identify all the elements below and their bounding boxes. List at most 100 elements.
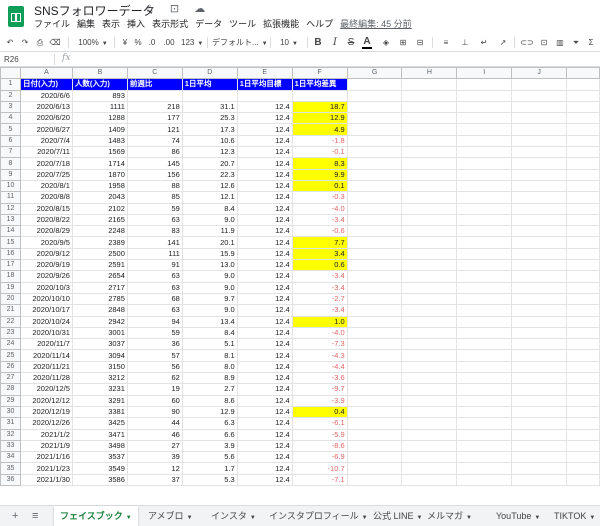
sheet-grid[interactable]: ABCDEFGHIJ 1 日付(入力) 人数(入力) 前週比 1日平均 1日平均目標 1日平… — [0, 67, 600, 505]
cell[interactable]: -3.4 — [291, 270, 348, 283]
cell[interactable] — [566, 417, 600, 430]
insert-link-icon[interactable]: ⊂⊃ — [520, 36, 534, 49]
cell[interactable] — [346, 213, 403, 227]
column-header[interactable] — [566, 67, 600, 80]
cell[interactable]: 3498 — [71, 439, 128, 453]
undo-icon[interactable]: ↶ — [4, 36, 16, 49]
cell[interactable] — [511, 338, 568, 351]
menu-item[interactable]: ファイル — [34, 19, 70, 29]
cell[interactable] — [511, 213, 568, 227]
cell[interactable]: -5.9 — [291, 428, 348, 441]
cell[interactable] — [346, 315, 403, 328]
row-header[interactable]: 5 — [0, 123, 21, 136]
cell[interactable] — [346, 259, 403, 272]
cell[interactable] — [456, 462, 513, 475]
cell[interactable] — [511, 236, 568, 249]
cell[interactable]: 2020/12/5 — [19, 383, 73, 396]
cell[interactable]: 90 — [126, 405, 183, 419]
cell[interactable] — [456, 372, 513, 385]
cell[interactable]: 3001 — [71, 326, 128, 340]
row-header[interactable]: 20 — [0, 292, 21, 306]
cell[interactable] — [566, 157, 600, 170]
cell[interactable]: 1870 — [71, 168, 128, 181]
cell[interactable]: 121 — [126, 123, 183, 136]
filter-icon[interactable]: ⏷ — [570, 36, 582, 49]
cell[interactable] — [346, 326, 403, 340]
cell[interactable] — [401, 372, 458, 385]
cell[interactable] — [401, 225, 458, 238]
row-header[interactable]: 4 — [0, 112, 21, 125]
column-header[interactable]: F — [291, 67, 348, 80]
cell[interactable]: 12.4 — [236, 236, 293, 249]
cell[interactable]: 2020/6/13 — [19, 100, 73, 114]
cell[interactable]: 2020/12/19 — [19, 405, 73, 419]
fill-color-icon[interactable]: ◈ — [380, 36, 392, 49]
cell[interactable]: 2591 — [71, 259, 128, 272]
horizontal-align-icon[interactable]: ≡ — [440, 36, 452, 49]
cell[interactable]: 56 — [126, 360, 183, 374]
cell[interactable] — [401, 168, 458, 181]
cell[interactable] — [401, 236, 458, 249]
cell[interactable]: 12.1 — [181, 191, 238, 204]
cell[interactable] — [456, 157, 513, 170]
cell[interactable]: 12.4 — [236, 247, 293, 261]
cell[interactable] — [511, 428, 568, 441]
cell[interactable] — [566, 439, 600, 453]
cell[interactable]: 5.1 — [181, 338, 238, 351]
cell[interactable]: 1958 — [71, 179, 128, 193]
sheet-tab[interactable]: インスタ ▼ — [205, 506, 262, 526]
cell[interactable]: 893 — [71, 89, 128, 102]
cell[interactable]: -0.1 — [291, 146, 348, 159]
cell[interactable]: 12.4 — [236, 338, 293, 351]
cell[interactable]: 156 — [126, 168, 183, 181]
cell[interactable] — [511, 100, 568, 114]
cell[interactable]: 12.4 — [236, 462, 293, 475]
menu-item[interactable]: ツール — [229, 19, 256, 29]
cell[interactable]: 0.4 — [291, 405, 348, 419]
cell[interactable]: 39 — [126, 451, 183, 464]
cell[interactable]: 8.0 — [181, 360, 238, 374]
cell[interactable] — [346, 292, 403, 306]
cell[interactable]: 10.6 — [181, 134, 238, 148]
cell[interactable] — [566, 304, 600, 317]
cell[interactable] — [401, 270, 458, 283]
cell[interactable] — [456, 100, 513, 114]
zoom-select[interactable]: 100% ▼ — [76, 36, 110, 49]
sheet-tab[interactable]: 公式 LINE ▼ — [367, 506, 428, 526]
cell[interactable]: -6.1 — [291, 417, 348, 430]
cell[interactable] — [456, 360, 513, 374]
chevron-down-icon[interactable]: ▼ — [589, 515, 595, 521]
header-cell[interactable]: 人数(入力) — [71, 78, 128, 91]
cell[interactable]: 19 — [126, 383, 183, 396]
cell[interactable]: 2020/11/14 — [19, 349, 73, 362]
italic-button[interactable]: I — [330, 36, 340, 49]
row-header[interactable]: 27 — [0, 372, 21, 385]
cell[interactable] — [346, 360, 403, 374]
percent-format-button[interactable]: % — [133, 36, 143, 49]
cell[interactable] — [401, 89, 458, 102]
cell[interactable]: 46 — [126, 428, 183, 441]
cell[interactable] — [511, 112, 568, 125]
cell[interactable] — [456, 202, 513, 215]
cell[interactable]: 2942 — [71, 315, 128, 328]
header-cell[interactable]: 1日平均目標 — [236, 78, 293, 91]
cell[interactable]: 9.7 — [181, 292, 238, 306]
cell[interactable] — [346, 439, 403, 453]
cell[interactable]: 60 — [126, 394, 183, 407]
cell[interactable]: 145 — [126, 157, 183, 170]
cell[interactable] — [511, 372, 568, 385]
row-header[interactable]: 1 — [0, 78, 21, 91]
cell[interactable]: 12.4 — [236, 383, 293, 396]
row-header[interactable]: 18 — [0, 270, 21, 283]
cell[interactable]: 1.0 — [291, 315, 348, 328]
row-header[interactable]: 2 — [0, 89, 21, 102]
cell[interactable]: -1.8 — [291, 134, 348, 148]
add-sheet-button[interactable]: + — [12, 510, 18, 522]
cell[interactable] — [346, 281, 403, 294]
cell[interactable]: 0.1 — [291, 179, 348, 193]
column-header[interactable]: D — [181, 67, 238, 80]
cell[interactable] — [346, 473, 403, 486]
cell[interactable] — [566, 349, 600, 362]
cell[interactable]: 12.4 — [236, 292, 293, 306]
header-cell[interactable]: 1日平均差異 — [291, 78, 348, 91]
